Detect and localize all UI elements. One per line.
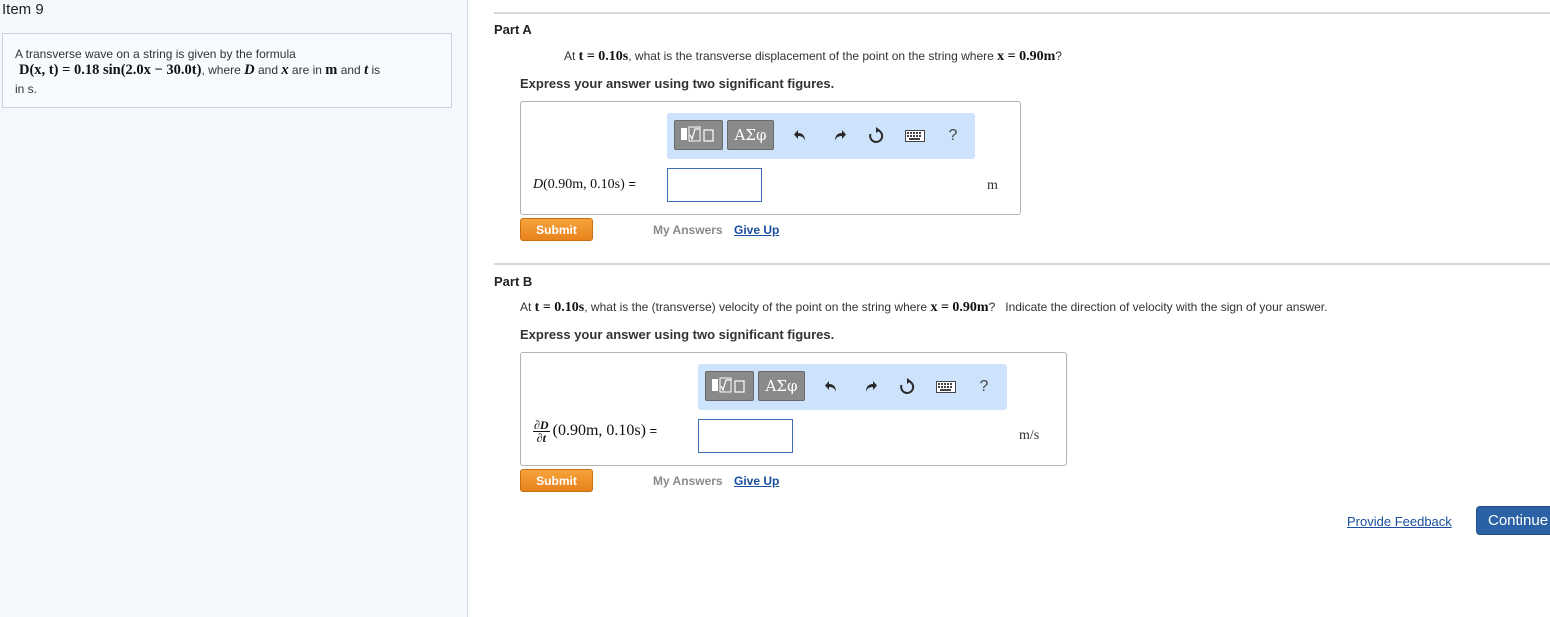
templates-icon xyxy=(710,374,750,399)
problem-intro: A transverse wave on a string is given b… xyxy=(15,47,296,61)
part-a-divider xyxy=(494,12,1550,14)
reset-icon[interactable] xyxy=(896,376,918,398)
part-b-my-answers: My Answers xyxy=(653,474,723,488)
unit-m: m xyxy=(325,62,338,78)
part-b-q-position: x = 0.90m xyxy=(930,300,989,315)
and-text: and xyxy=(254,63,282,77)
is-text: is xyxy=(368,63,381,77)
part-a-units: m xyxy=(987,178,998,193)
part-b-answer-label: ∂D ∂t (0.90m, 0.10s) = xyxy=(533,419,657,444)
continue-button[interactable]: Continue xyxy=(1476,506,1550,535)
part-a-my-answers: My Answers xyxy=(653,223,723,237)
undo-icon[interactable] xyxy=(821,376,843,398)
part-a-q-suffix: ? xyxy=(1055,49,1062,63)
part-a-label-args: (0.90m, 0.10s) xyxy=(543,177,625,192)
frac-denominator: ∂t xyxy=(536,431,546,445)
and-t-text: and xyxy=(337,63,365,77)
part-a-submit-button[interactable]: Submit xyxy=(520,218,593,241)
reset-icon[interactable] xyxy=(865,125,887,147)
part-a-answer-input[interactable] xyxy=(667,168,762,202)
part-b-give-up-link[interactable]: Give Up xyxy=(734,474,779,488)
part-b-question: At t = 0.10s, what is the (transverse) v… xyxy=(520,300,1327,316)
part-b-label-args: (0.90m, 0.10s) xyxy=(552,422,646,440)
part-a-q-time: t = 0.10s xyxy=(578,49,629,64)
part-b-math-toolbar: ΑΣφ ? xyxy=(698,364,1007,410)
part-b-q-prefix: At xyxy=(520,300,535,314)
problem-formula-line: D(x, t) = 0.18 sin(2.0x − 30.0t), where … xyxy=(19,62,380,79)
part-b-instructions: Express your answer using two significan… xyxy=(520,327,835,342)
part-b-title: Part B xyxy=(494,274,533,289)
part-a-math-toolbar: ΑΣφ ? xyxy=(667,113,975,159)
part-b-q-mid: , what is the (transverse) velocity of t… xyxy=(584,300,931,314)
part-b-answer-box: ΑΣφ ? ∂D ∂t (0.90m, 0.10s) = m/s xyxy=(520,352,1067,466)
part-a-instructions: Express your answer using two significan… xyxy=(520,76,835,91)
part-b-q-time: t = 0.10s xyxy=(534,300,585,315)
part-a-title: Part A xyxy=(494,22,532,37)
keyboard-icon[interactable] xyxy=(935,376,957,398)
item-title: Item 9 xyxy=(2,1,44,18)
part-a-answer-label: D(0.90m, 0.10s) = xyxy=(533,176,636,193)
where-text: , where xyxy=(201,63,245,77)
part-b-label-eq: = xyxy=(645,423,658,439)
part-b-q-suffix: ? Indicate the direction of velocity wit… xyxy=(988,300,1328,314)
symbols-button[interactable]: ΑΣφ xyxy=(758,371,805,401)
part-b-answer-input[interactable] xyxy=(698,419,793,453)
part-b-units: m/s xyxy=(1019,428,1040,443)
templates-icon xyxy=(679,123,719,148)
templates-button[interactable] xyxy=(705,371,754,401)
part-a-label-eq: = xyxy=(624,176,637,191)
are-in-text: are in xyxy=(288,63,326,77)
part-a-q-mid: , what is the transverse displacement of… xyxy=(628,49,998,63)
part-b-divider xyxy=(494,263,1550,265)
provide-feedback-link[interactable]: Provide Feedback xyxy=(1347,514,1452,529)
help-button[interactable]: ? xyxy=(973,376,995,398)
derivative-fraction: ∂D ∂t xyxy=(533,419,550,444)
undo-icon[interactable] xyxy=(790,125,812,147)
var-x: x xyxy=(281,62,289,78)
problem-statement: A transverse wave on a string is given b… xyxy=(2,33,452,108)
var-d: D xyxy=(244,62,255,78)
wave-formula: D(x, t) = 0.18 sin(2.0x − 30.0t) xyxy=(19,62,202,78)
part-a-q-position: x = 0.90m xyxy=(997,49,1056,64)
keyboard-icon[interactable] xyxy=(904,125,926,147)
part-a-give-up-link[interactable]: Give Up xyxy=(734,223,779,237)
part-a-q-prefix: At xyxy=(564,49,579,63)
part-a-answer-box: ΑΣφ ? D(0.90m, 0.10s) = m xyxy=(520,101,1021,215)
symbols-button[interactable]: ΑΣφ xyxy=(727,120,774,150)
part-a-question: At t = 0.10s, what is the transverse dis… xyxy=(564,49,1062,65)
help-button[interactable]: ? xyxy=(942,125,964,147)
part-b-submit-button[interactable]: Submit xyxy=(520,469,593,492)
part-a-label-var: D xyxy=(533,177,544,192)
problem-sidebar: Item 9 A transverse wave on a string is … xyxy=(0,0,468,617)
redo-icon[interactable] xyxy=(859,376,881,398)
templates-button[interactable] xyxy=(674,120,723,150)
problem-units-line: in s. xyxy=(15,82,38,96)
redo-icon[interactable] xyxy=(828,125,850,147)
